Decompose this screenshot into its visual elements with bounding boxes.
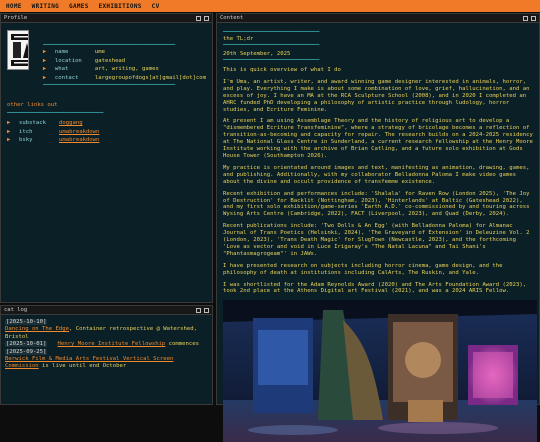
divider: ━━━━━━━━━━━━━━━━━━━━━━━━━━━━━━━━━━━━━━━━… <box>42 82 176 88</box>
content-window: Content ━━━━━━━━━━━━━━━━━━━━━━━━━━━━━━━━… <box>216 13 540 442</box>
divider: ━━━━━━━━━━━━━━━━━━━━━━━━━━━━━━━━ <box>7 110 104 116</box>
maximize-icon[interactable] <box>204 15 209 21</box>
menu-home[interactable]: HOME <box>6 3 22 10</box>
catlog-title: cat log <box>4 307 28 313</box>
menu-exhibitions[interactable]: EXHIBITIONS <box>99 3 142 10</box>
profile-field-contact: ▶ contact largegroupofdogs[at]gmail[dot]co… <box>42 74 206 81</box>
profile-title: Profile <box>4 15 28 21</box>
log-link[interactable]: Dancing on The Edge <box>5 326 69 332</box>
maximize-icon[interactable] <box>204 307 209 313</box>
profile-field-name: ▶ name ume <box>42 49 105 56</box>
log-entry: [2025-10-01] Henry Moore Institute Fello… <box>5 341 199 348</box>
divider: ━━━━━━━━━━━━━━━━━━━━━━━━━━━━━━━━ <box>223 29 320 35</box>
divider: ━━━━━━━━━━━━━━━━━━━━━━━━━━━━━━━━ <box>223 57 320 63</box>
content-paragraph: I'm Uma, an artist, writer, and award wi… <box>223 78 530 113</box>
log-entry: [2025-09-25] Berwick Film & Media Arts F… <box>5 348 174 370</box>
content-titlebar[interactable]: Content <box>217 14 539 23</box>
minimize-icon[interactable] <box>196 307 201 313</box>
content-paragraph: Recent publications include: 'Two Dolls … <box>223 223 530 257</box>
log-link[interactable]: Henry Moore Institute Fellowship <box>58 341 166 347</box>
links-heading: other links out <box>7 102 58 108</box>
catlog-window: cat log [2025-10-10] Dancing on The Edge… <box>0 305 213 405</box>
menu-games[interactable]: GAMES <box>69 3 89 10</box>
profile-field-location: ▶ location gateshead <box>42 57 126 64</box>
content-paragraph: Recent exhibition and performances inclu… <box>223 190 530 218</box>
profile-logo <box>7 30 29 70</box>
profile-window: Profile ━━━━━━━━━━━━━━━━━━━━━━━━━━━━━━━━… <box>0 13 213 303</box>
maximize-icon[interactable] <box>531 15 536 21</box>
exhibition-photo <box>223 300 537 442</box>
content-title: Content <box>220 15 244 21</box>
logo-image <box>8 31 28 69</box>
log-entry: [2025-10-10] Dancing on The Edge, Contai… <box>5 319 197 340</box>
content-intro: This is quick overview of what I do <box>223 67 341 73</box>
divider: ━━━━━━━━━━━━━━━━━━━━━━━━━━━━━━━━━━━━━━━━… <box>42 42 176 48</box>
content-paragraph: I was shortlisted for the Adam Reynolds … <box>223 281 527 295</box>
link-itch[interactable]: ▶ itch umabreakdown <box>7 128 206 137</box>
link-bsky[interactable]: ▶ bsky umabreakdown <box>7 136 206 145</box>
top-menu-bar: HOME WRITING GAMES EXHIBITIONS CV <box>0 0 540 12</box>
minimize-icon[interactable] <box>523 15 528 21</box>
link-substack[interactable]: ▶ substack doggang <box>7 119 206 128</box>
profile-field-what: ▶ what art, writing, games <box>42 66 159 73</box>
menu-writing[interactable]: WRITING <box>32 3 59 10</box>
catlog-titlebar[interactable]: cat log <box>1 306 212 315</box>
content-paragraph: At present I am using Assemblage Theory … <box>223 118 533 159</box>
gallery-image <box>223 300 537 442</box>
menu-cv[interactable]: CV <box>152 3 160 10</box>
divider: ━━━━━━━━━━━━━━━━━━━━━━━━━━━━━━━━ <box>223 42 320 48</box>
profile-titlebar[interactable]: Profile <box>1 14 212 23</box>
minimize-icon[interactable] <box>196 15 201 21</box>
content-paragraph: My practice is orientated around images … <box>223 164 530 185</box>
content-paragraph: I have presented research on subjects in… <box>223 262 503 276</box>
